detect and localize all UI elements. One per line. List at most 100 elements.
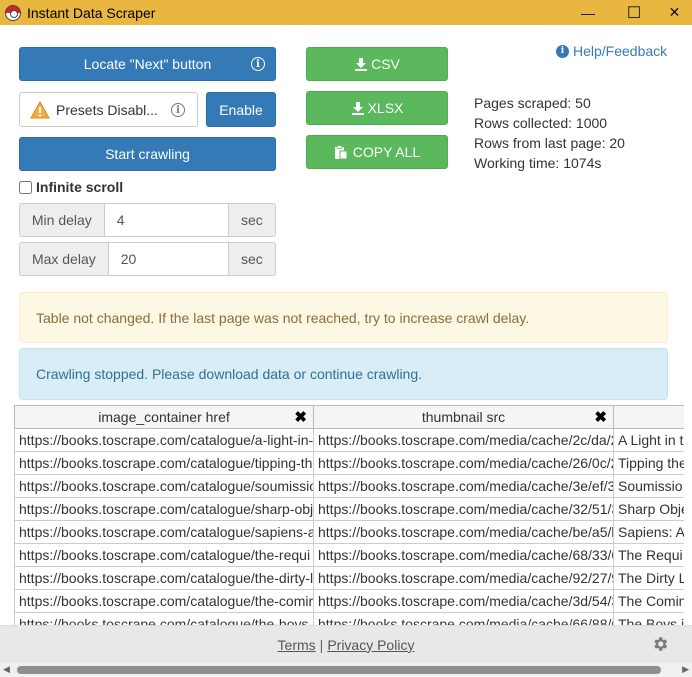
start-crawling-label: Start crawling — [105, 146, 190, 162]
table-cell: https://books.toscrape.com/catalogue/the… — [14, 612, 314, 625]
start-crawling-button[interactable]: Start crawling — [19, 137, 276, 171]
table-cell: Tipping the — [613, 451, 684, 475]
table-cell: The Requi — [613, 543, 684, 567]
table-cell: A Light in t — [613, 428, 684, 452]
infinite-scroll-label: Infinite scroll — [36, 179, 124, 195]
table-row: https://books.toscrape.com/catalogue/the… — [14, 612, 684, 625]
data-table-container[interactable]: image_container href ✖ thumbnail src ✖ http… — [14, 405, 684, 625]
column-header[interactable]: thumbnail src ✖ — [313, 405, 614, 429]
table-cell: https://books.toscrape.com/catalogue/a-l… — [14, 428, 314, 452]
presets-label: Presets Disabl... — [56, 101, 158, 118]
locate-next-button[interactable]: Locate "Next" button i — [19, 47, 276, 81]
table-row: https://books.toscrape.com/catalogue/sap… — [14, 520, 684, 544]
scroll-right-arrow-icon[interactable]: ▶ — [682, 664, 689, 675]
table-cell: The Comin — [613, 589, 684, 613]
column-header[interactable] — [613, 405, 684, 429]
table-row: https://books.toscrape.com/catalogue/sha… — [14, 497, 684, 521]
infinite-scroll-checkbox[interactable] — [19, 180, 32, 194]
table-cell: https://books.toscrape.com/media/cache/b… — [313, 520, 614, 544]
warning-alert-text: Table not changed. If the last page was … — [36, 309, 530, 326]
close-icon: ✕ — [668, 4, 681, 20]
table-cell: Sharp Obje — [613, 497, 684, 521]
minimize-button[interactable]: — — [565, 0, 611, 25]
maximize-icon: ☐ — [626, 4, 642, 22]
warning-icon — [30, 100, 50, 118]
max-delay-label: Max delay — [20, 243, 108, 275]
remove-column-icon[interactable]: ✖ — [294, 408, 307, 426]
table-cell: https://books.toscrape.com/media/cache/3… — [313, 497, 614, 521]
table-cell: Soumissio — [613, 474, 684, 498]
footer-separator: | — [319, 636, 324, 653]
table-cell: The Dirty L — [613, 566, 684, 590]
terms-link[interactable]: Terms — [278, 637, 316, 653]
copy-all-label: COPY ALL — [352, 144, 421, 160]
min-delay-unit: sec — [228, 204, 275, 236]
max-delay-input[interactable] — [107, 243, 229, 275]
table-row: https://books.toscrape.com/catalogue/a-l… — [14, 428, 684, 452]
footer: Terms | Privacy Policy — [0, 625, 692, 663]
table-cell: The Boys i — [613, 612, 684, 625]
table-cell: Sapiens: A — [613, 520, 684, 544]
download-icon — [351, 102, 364, 115]
table-row: https://books.toscrape.com/catalogue/tip… — [14, 451, 684, 475]
enable-presets-button[interactable]: Enable — [206, 92, 276, 127]
window-title: Instant Data Scraper — [27, 4, 156, 21]
help-feedback-label: Help/Feedback — [573, 43, 668, 59]
column-header-label: thumbnail src — [421, 409, 506, 425]
table-cell: https://books.toscrape.com/catalogue/sou… — [14, 474, 314, 498]
table-cell: https://books.toscrape.com/media/cache/2… — [313, 428, 614, 452]
table-row: https://books.toscrape.com/catalogue/the… — [14, 566, 684, 590]
gear-icon[interactable] — [651, 635, 669, 653]
table-cell: https://books.toscrape.com/media/cache/9… — [313, 566, 614, 590]
clipboard-icon — [334, 144, 348, 159]
table-cell: https://books.toscrape.com/catalogue/the… — [14, 589, 314, 613]
horizontal-scrollbar[interactable]: ◀ ▶ — [0, 663, 692, 677]
crawl-stats: Pages scraped: 50 Rows collected: 1000 R… — [474, 93, 625, 173]
info-circle-icon: i — [556, 44, 569, 58]
download-csv-button[interactable]: CSV — [306, 47, 448, 81]
info-alert: Crawling stopped. Please download data o… — [19, 348, 668, 400]
min-delay-input[interactable] — [103, 204, 229, 236]
column-header[interactable]: image_container href ✖ — [14, 405, 314, 429]
table-cell: https://books.toscrape.com/catalogue/the… — [14, 543, 314, 567]
max-delay-group: Max delay sec — [19, 242, 276, 276]
info-icon[interactable]: i — [251, 57, 265, 71]
table-row: https://books.toscrape.com/catalogue/the… — [14, 589, 684, 613]
csv-label: CSV — [371, 56, 400, 72]
table-row: https://books.toscrape.com/catalogue/the… — [14, 543, 684, 567]
presets-info-icon[interactable]: i — [171, 103, 185, 117]
table-cell: https://books.toscrape.com/media/cache/2… — [313, 451, 614, 475]
table-row: https://books.toscrape.com/catalogue/sou… — [14, 474, 684, 498]
table-cell: https://books.toscrape.com/media/cache/3… — [313, 474, 614, 498]
copy-all-button[interactable]: COPY ALL — [306, 135, 448, 169]
remove-column-icon[interactable]: ✖ — [594, 408, 607, 426]
min-delay-group: Min delay sec — [19, 203, 276, 237]
table-cell: https://books.toscrape.com/catalogue/tip… — [14, 451, 314, 475]
download-xlsx-button[interactable]: XLSX — [306, 91, 448, 125]
locate-next-label: Locate "Next" button — [83, 56, 212, 72]
info-alert-text: Crawling stopped. Please download data o… — [36, 366, 423, 382]
rows-last-page: Rows from last page: 20 — [474, 135, 625, 151]
column-header-label: image_container href — [98, 409, 230, 425]
pokeball-app-icon — [5, 4, 21, 21]
max-delay-unit: sec — [228, 243, 275, 275]
table-cell: https://books.toscrape.com/catalogue/the… — [14, 566, 314, 590]
scrollbar-thumb[interactable] — [17, 666, 661, 674]
close-window-button[interactable]: ✕ — [657, 0, 692, 25]
infinite-scroll-row: Infinite scroll — [19, 179, 123, 195]
data-table: image_container href ✖ thumbnail src ✖ http… — [14, 405, 684, 625]
enable-label: Enable — [219, 101, 263, 118]
rows-collected: Rows collected: 1000 — [474, 115, 608, 131]
help-feedback-link[interactable]: i Help/Feedback — [556, 43, 667, 59]
scroll-left-arrow-icon[interactable]: ◀ — [3, 664, 10, 675]
table-cell: https://books.toscrape.com/catalogue/sha… — [14, 497, 314, 521]
maximize-button[interactable]: ☐ — [611, 0, 657, 25]
xlsx-label: XLSX — [367, 100, 404, 116]
working-time: Working time: 1074s — [474, 155, 602, 171]
presets-status: Presets Disabl... i — [19, 92, 198, 127]
download-icon — [355, 58, 368, 71]
table-cell: https://books.toscrape.com/media/cache/6… — [313, 612, 614, 625]
privacy-policy-link[interactable]: Privacy Policy — [327, 637, 414, 653]
table-cell: https://books.toscrape.com/media/cache/3… — [313, 589, 614, 613]
min-delay-label: Min delay — [20, 204, 104, 236]
